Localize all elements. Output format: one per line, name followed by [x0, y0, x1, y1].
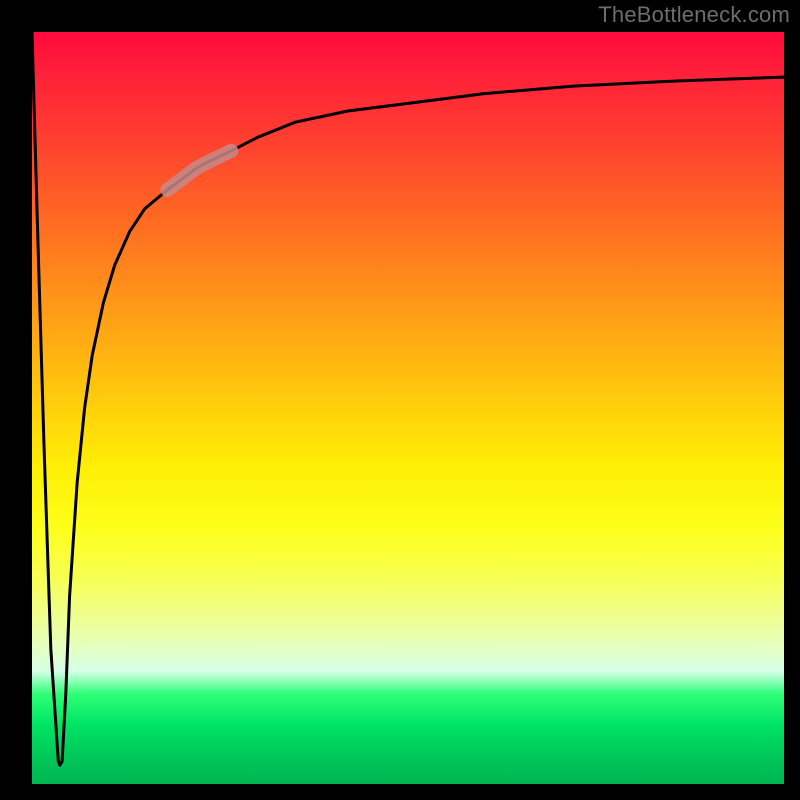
chart-frame: TheBottleneck.com: [0, 0, 800, 800]
plot-background-gradient: [32, 32, 784, 784]
watermark-text: TheBottleneck.com: [598, 2, 790, 28]
